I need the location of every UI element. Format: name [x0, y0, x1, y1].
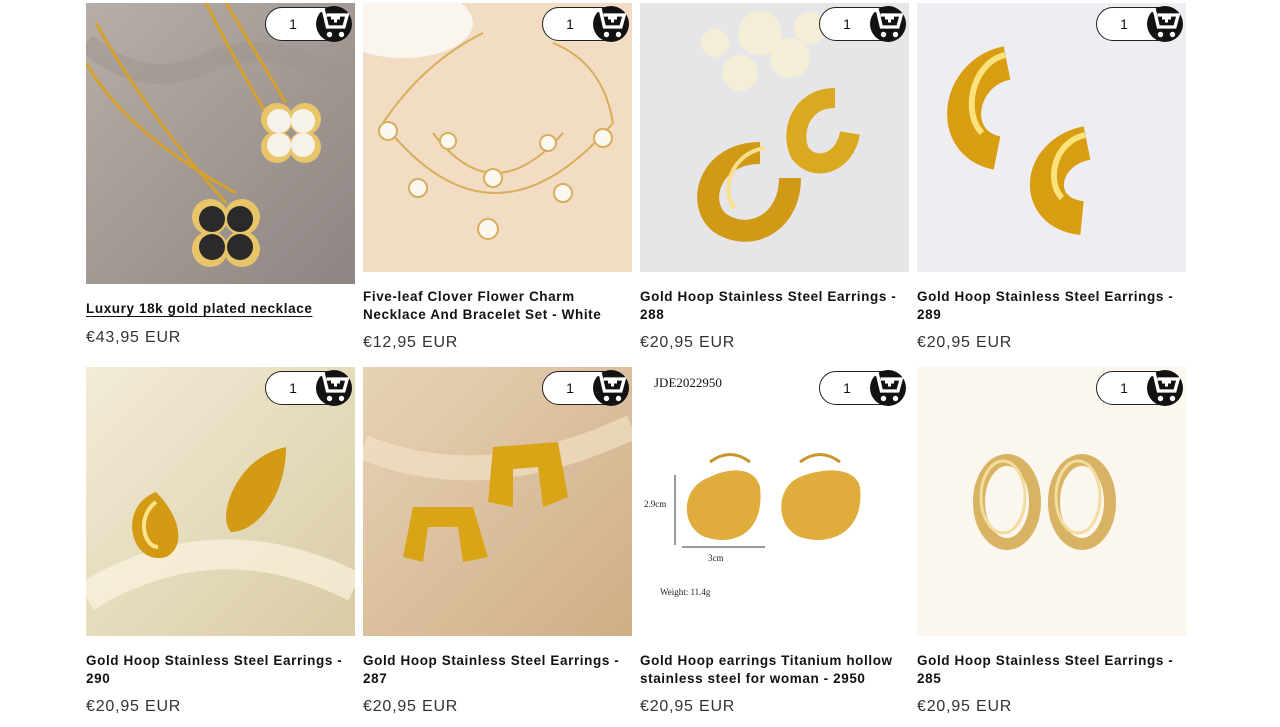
- cart-plus-icon: [873, 8, 904, 38]
- product-title-link[interactable]: Gold Hoop Stainless Steel Earrings - 290: [86, 653, 342, 686]
- quantity-selector: [542, 6, 629, 42]
- product-price: €20,95 EUR: [640, 698, 736, 715]
- product-price: €43,95 EUR: [86, 328, 182, 346]
- quantity-selector: [819, 6, 906, 42]
- product-price: €20,95 EUR: [917, 334, 1013, 351]
- product-image-earrings-289[interactable]: [917, 3, 1186, 272]
- cart-plus-icon: [1150, 8, 1181, 38]
- product-title-link[interactable]: Gold Hoop Stainless Steel Earrings - 288: [640, 289, 896, 322]
- cart-plus-icon: [596, 8, 627, 38]
- product-card: Luxury 18k gold plated necklace €43,95 E…: [86, 3, 355, 367]
- add-to-cart-button[interactable]: [1147, 6, 1183, 42]
- product-title: Gold Hoop Stainless Steel Earrings - 288: [640, 288, 909, 323]
- product-title: Gold Hoop Stainless Steel Earrings - 289: [917, 288, 1186, 323]
- cart-plus-icon: [1150, 372, 1181, 402]
- product-image-earrings-2950[interactable]: JDE2022950 2.9cm 3cm Weight: 11.4g: [640, 367, 909, 636]
- cart-plus-icon: [596, 372, 627, 402]
- product-price: €20,95 EUR: [86, 698, 182, 715]
- height-dimension-label: 2.9cm: [644, 499, 667, 509]
- product-title: Gold Hoop earrings Titanium hollow stain…: [640, 652, 909, 687]
- quantity-selector: [1096, 370, 1183, 406]
- product-price: €20,95 EUR: [917, 698, 1013, 715]
- add-to-cart-button[interactable]: [593, 370, 629, 406]
- product-code-label: JDE2022950: [654, 375, 722, 390]
- quantity-input[interactable]: [266, 16, 316, 32]
- product-image-earrings-288[interactable]: [640, 3, 909, 272]
- product-title-link[interactable]: Gold Hoop Stainless Steel Earrings - 289: [917, 289, 1173, 322]
- product-title-link[interactable]: Gold Hoop earrings Titanium hollow stain…: [640, 653, 893, 686]
- cart-plus-icon: [319, 8, 350, 38]
- width-dimension-label: 3cm: [708, 553, 724, 563]
- product-image-earrings-287[interactable]: [363, 367, 632, 636]
- product-title: Gold Hoop Stainless Steel Earrings - 290: [86, 652, 355, 687]
- product-title: Gold Hoop Stainless Steel Earrings - 287: [363, 652, 632, 687]
- product-title: Luxury 18k gold plated necklace: [86, 300, 355, 318]
- product-card: Gold Hoop Stainless Steel Earrings - 288…: [640, 3, 909, 367]
- product-card: Gold Hoop Stainless Steel Earrings - 287…: [363, 367, 632, 727]
- product-image-clover-set[interactable]: [363, 3, 632, 272]
- weight-label: Weight: 11.4g: [660, 587, 711, 597]
- product-image-necklace[interactable]: [86, 3, 355, 284]
- add-to-cart-button[interactable]: [593, 6, 629, 42]
- product-card: Gold Hoop Stainless Steel Earrings - 290…: [86, 367, 355, 727]
- quantity-input[interactable]: [543, 380, 593, 396]
- product-title: Gold Hoop Stainless Steel Earrings - 285: [917, 652, 1186, 687]
- product-card: JDE2022950 2.9cm 3cm Weight: 11.4g Gold …: [640, 367, 909, 727]
- cart-plus-icon: [319, 372, 350, 402]
- add-to-cart-button[interactable]: [316, 370, 352, 406]
- cart-plus-icon: [873, 372, 904, 402]
- product-title-link[interactable]: Gold Hoop Stainless Steel Earrings - 285: [917, 653, 1173, 686]
- product-price: €20,95 EUR: [640, 334, 736, 351]
- add-to-cart-button[interactable]: [870, 6, 906, 42]
- quantity-selector: [819, 370, 906, 406]
- product-title-link[interactable]: Five-leaf Clover Flower Charm Necklace A…: [363, 289, 601, 322]
- quantity-input[interactable]: [543, 16, 593, 32]
- product-price: €20,95 EUR: [363, 698, 459, 715]
- add-to-cart-button[interactable]: [870, 370, 906, 406]
- product-title-link[interactable]: Gold Hoop Stainless Steel Earrings - 287: [363, 653, 619, 686]
- quantity-input[interactable]: [1097, 380, 1147, 396]
- add-to-cart-button[interactable]: [1147, 370, 1183, 406]
- product-image-earrings-290[interactable]: [86, 367, 355, 636]
- quantity-selector: [265, 6, 352, 42]
- product-price: €12,95 EUR: [363, 334, 459, 351]
- quantity-input[interactable]: [1097, 16, 1147, 32]
- product-card: Gold Hoop Stainless Steel Earrings - 289…: [917, 3, 1186, 367]
- product-grid: Luxury 18k gold plated necklace €43,95 E…: [86, 3, 1186, 727]
- product-card: Gold Hoop Stainless Steel Earrings - 285…: [917, 367, 1186, 727]
- quantity-selector: [542, 370, 629, 406]
- product-title: Five-leaf Clover Flower Charm Necklace A…: [363, 288, 632, 323]
- quantity-selector: [1096, 6, 1183, 42]
- product-image-earrings-285[interactable]: [917, 367, 1186, 636]
- quantity-selector: [265, 370, 352, 406]
- quantity-input[interactable]: [266, 380, 316, 396]
- quantity-input[interactable]: [820, 380, 870, 396]
- product-title-link[interactable]: Luxury 18k gold plated necklace: [86, 301, 312, 316]
- product-card: Five-leaf Clover Flower Charm Necklace A…: [363, 3, 632, 367]
- quantity-input[interactable]: [820, 16, 870, 32]
- add-to-cart-button[interactable]: [316, 6, 352, 42]
